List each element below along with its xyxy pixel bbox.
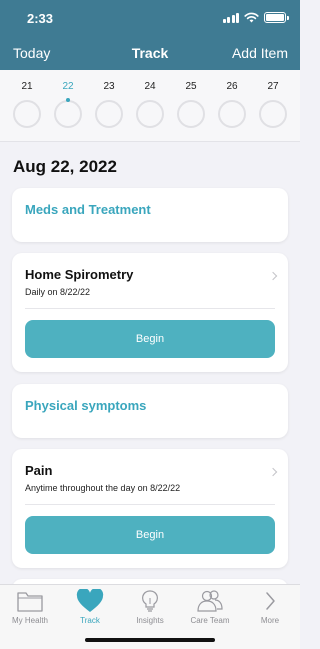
day-25[interactable]: 25 <box>176 82 206 128</box>
status-icons <box>222 12 289 23</box>
top-bar: 2:33 Today Track Add Item <box>0 0 300 70</box>
card-category-title: Physical symptoms <box>25 398 147 413</box>
day-progress-ring <box>177 100 205 128</box>
people-icon <box>197 590 223 612</box>
day-progress-ring <box>13 100 41 128</box>
task-title: Pain <box>25 463 53 478</box>
add-item-button[interactable]: Add Item <box>232 45 288 61</box>
pain-task-card: Pain Anytime throughout the day on 8/22/… <box>12 449 288 568</box>
tab-track[interactable]: Track <box>60 589 120 625</box>
tab-label: Care Team <box>190 616 230 625</box>
folder-icon <box>17 592 43 612</box>
day-number: 24 <box>144 81 156 92</box>
day-number: 23 <box>103 81 115 92</box>
begin-button[interactable]: Begin <box>25 516 275 554</box>
chevron-right-icon <box>266 592 275 610</box>
day-26[interactable]: 26 <box>217 82 247 128</box>
status-time: 2:33 <box>27 11 54 26</box>
tab-label: My Health <box>11 616 48 625</box>
selected-day-dot <box>66 98 70 102</box>
heart-icon <box>76 589 104 612</box>
tab-my-health[interactable]: My Health <box>0 589 60 625</box>
day-22[interactable]: 22 <box>53 82 83 128</box>
day-23[interactable]: 23 <box>94 82 124 128</box>
day-progress-ring <box>54 98 82 128</box>
day-number: 25 <box>185 81 197 92</box>
tab-label: More <box>260 616 280 625</box>
today-button[interactable]: Today <box>13 45 50 61</box>
wifi-icon <box>244 12 259 23</box>
divider <box>25 504 275 505</box>
tab-insights[interactable]: Insights <box>120 589 180 625</box>
page-title: Track <box>131 45 169 61</box>
day-number: 26 <box>226 81 238 92</box>
meds-treatment-card[interactable]: Meds and Treatment <box>12 188 288 242</box>
lightbulb-icon <box>142 590 158 612</box>
home-indicator <box>85 638 215 642</box>
day-progress-ring <box>95 100 123 128</box>
section-date-heading: Aug 22, 2022 <box>13 157 117 176</box>
day-number: 27 <box>267 81 279 92</box>
task-title: Home Spirometry <box>25 267 134 282</box>
day-number: 21 <box>21 81 33 92</box>
date-strip: 21 22 23 24 25 26 27 <box>0 70 300 142</box>
day-number: 22 <box>62 81 74 92</box>
tab-care-team[interactable]: Care Team <box>180 589 240 625</box>
divider <box>25 308 275 309</box>
tab-label: Track <box>80 616 100 625</box>
tab-more[interactable]: More <box>240 589 300 625</box>
day-24[interactable]: 24 <box>135 82 165 128</box>
begin-button[interactable]: Begin <box>25 320 275 358</box>
task-schedule: Daily on 8/22/22 <box>25 287 91 297</box>
physical-symptoms-card[interactable]: Physical symptoms <box>12 384 288 438</box>
day-21[interactable]: 21 <box>12 82 42 128</box>
card-category-title: Meds and Treatment <box>25 202 151 217</box>
day-progress-ring <box>218 100 246 128</box>
day-progress-ring <box>259 100 287 128</box>
task-schedule: Anytime throughout the day on 8/22/22 <box>25 483 181 493</box>
chevron-right-icon[interactable] <box>268 467 278 477</box>
chevron-right-icon[interactable] <box>268 271 278 281</box>
tab-label: Insights <box>136 616 164 625</box>
battery-icon <box>264 12 289 23</box>
spirometry-task-card: Home Spirometry Daily on 8/22/22 Begin <box>12 253 288 372</box>
day-progress-ring <box>136 100 164 128</box>
day-27[interactable]: 27 <box>258 82 288 128</box>
cellular-signal-icon <box>222 12 239 23</box>
